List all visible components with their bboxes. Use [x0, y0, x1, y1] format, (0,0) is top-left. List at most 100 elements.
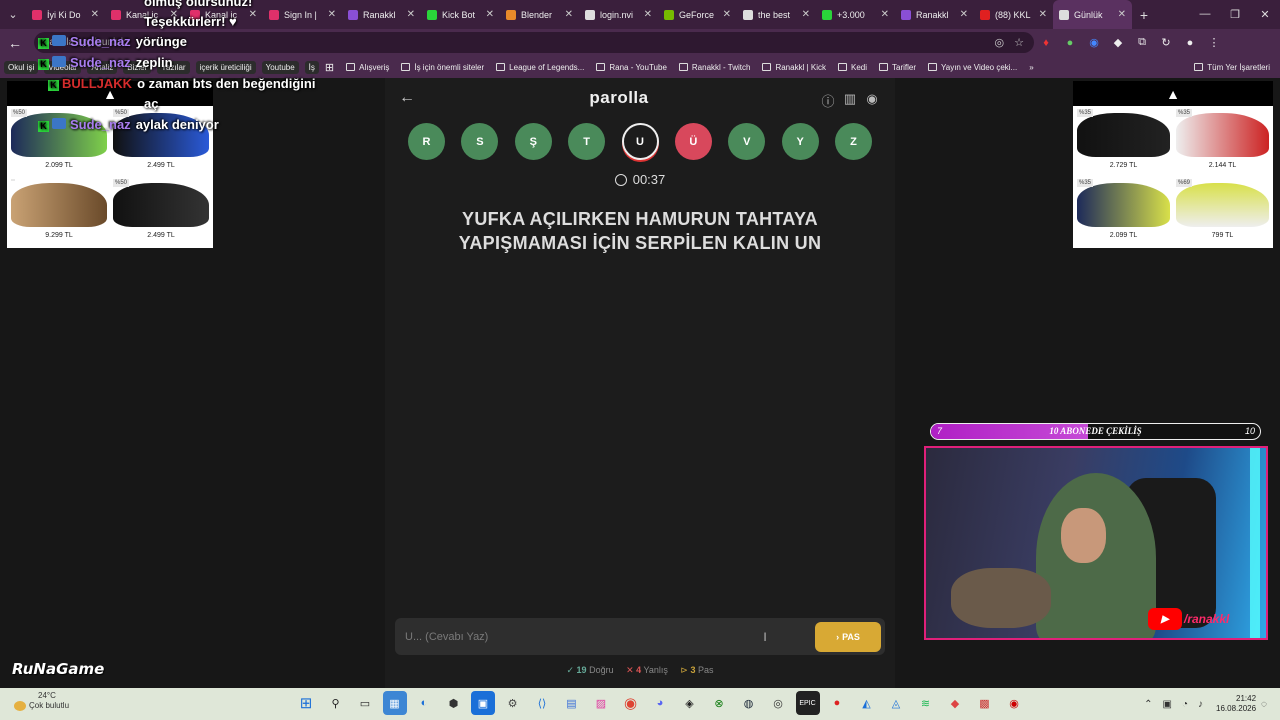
bookmark-item[interactable]: League of Legends...: [496, 63, 584, 72]
obs-icon[interactable]: ◎: [766, 691, 790, 715]
back-arrow-icon[interactable]: ←: [399, 89, 423, 107]
epic-games-icon[interactable]: EPIC: [795, 691, 820, 715]
ad-product[interactable]: %50 2.499 TL: [113, 179, 209, 247]
volume-icon[interactable]: ♪: [1198, 699, 1203, 710]
app-icon[interactable]: ▨: [589, 691, 613, 715]
tab-close-icon[interactable]: ✕: [249, 9, 257, 20]
ad-product[interactable]: %35 2.144 TL: [1176, 109, 1269, 177]
discord-icon[interactable]: ◕: [648, 691, 672, 715]
app-icon[interactable]: ▤: [560, 691, 584, 715]
browser-tab[interactable]: login.nvi ✕: [579, 0, 658, 29]
browser-tab[interactable]: Ranakkl ✕: [342, 0, 421, 29]
tab-close-icon[interactable]: ✕: [407, 9, 415, 20]
tab-close-icon[interactable]: ✕: [486, 9, 494, 20]
bookmark-item[interactable]: İş için önemli siteler: [401, 63, 484, 72]
bookmark-star-icon[interactable]: ☆: [1014, 36, 1024, 49]
extensions-puzzle-icon[interactable]: ⧉: [1130, 36, 1154, 49]
new-tab-button[interactable]: +: [1132, 7, 1156, 23]
app-icon[interactable]: ◭: [855, 691, 879, 715]
browser-tab[interactable]: Ranakkl ✕: [895, 0, 974, 29]
bookmark-pill[interactable]: Youtube: [261, 60, 299, 74]
extension-icon[interactable]: ◆: [1106, 36, 1130, 49]
bookmark-item[interactable]: Rana - YouTube: [596, 63, 667, 72]
tab-close-icon[interactable]: ✕: [565, 9, 573, 20]
tab-close-icon[interactable]: ✕: [723, 9, 731, 20]
profile-avatar[interactable]: ●: [1178, 37, 1202, 49]
browser-tab[interactable]: +3.000 ✕: [816, 0, 895, 29]
menu-dots-icon[interactable]: ⋮: [1202, 36, 1226, 49]
adidas-ad-right[interactable]: ▲ %35 2.729 TL %35 2.144 TL %35 2.099 TL %69 79…: [1073, 81, 1273, 248]
tab-close-icon[interactable]: ✕: [881, 9, 889, 20]
wifi-icon[interactable]: ◔: [1182, 699, 1188, 710]
bookmark-pill[interactable]: İş: [304, 60, 319, 74]
ad-product[interactable]: 9.299 TL: [11, 179, 107, 247]
apps-grid-icon[interactable]: ⊞: [325, 61, 334, 74]
browser-tab[interactable]: (88) KKL ✕: [974, 0, 1053, 29]
app-icon[interactable]: ⬢: [442, 691, 466, 715]
tab-search-chevron-icon[interactable]: ⌄: [0, 8, 26, 21]
answer-input[interactable]: [405, 630, 755, 643]
chrome-icon[interactable]: ◉: [619, 691, 643, 715]
ad-product[interactable]: %69 799 TL: [1176, 179, 1269, 247]
app-logo[interactable]: parolla: [423, 88, 815, 108]
tab-close-icon[interactable]: ✕: [1039, 9, 1047, 20]
bookmark-item[interactable]: Tarifler: [879, 63, 916, 72]
windows-start-icon[interactable]: ⊞: [294, 691, 318, 715]
app-icon[interactable]: ◬: [884, 691, 908, 715]
store-icon[interactable]: ▣: [471, 691, 495, 715]
browser-tab[interactable]: Blender ✕: [500, 0, 579, 29]
bookmark-pill[interactable]: içerik üreticiliği: [195, 60, 256, 74]
photos-icon[interactable]: ▦: [382, 691, 407, 715]
bookmark-pill[interactable]: Okul işi: [4, 60, 39, 74]
clock[interactable]: 21:42 16.08.2026: [1216, 694, 1256, 714]
extension-icon[interactable]: ◉: [1082, 36, 1106, 49]
bookmarks-overflow-icon[interactable]: »: [1029, 63, 1033, 72]
vscode-icon[interactable]: ⟨⟩: [530, 691, 554, 715]
tray-chevron-icon[interactable]: ⌃: [1144, 699, 1152, 710]
bookmark-item[interactable]: Alışveriş: [346, 63, 389, 72]
ad-product[interactable]: %35 2.099 TL: [1077, 179, 1170, 247]
tab-close-icon[interactable]: ✕: [960, 9, 968, 20]
history-icon[interactable]: ↻: [1154, 36, 1178, 49]
browser-tab[interactable]: Kick Bot ✕: [421, 0, 500, 29]
bookmark-item[interactable]: Yayın ve Video çeki...: [928, 63, 1017, 72]
weather-widget[interactable]: 24°C Çok bulutlu: [14, 691, 69, 711]
bookmark-item[interactable]: Ranakkl - Twitch: [678, 63, 750, 72]
notification-bell-icon[interactable]: ◌: [1261, 699, 1267, 710]
browser-tab[interactable]: Günlük ✕: [1053, 0, 1132, 29]
app-icon[interactable]: ◈: [678, 691, 702, 715]
settings-icon[interactable]: ⚙: [501, 691, 525, 715]
back-icon[interactable]: ←: [0, 35, 30, 51]
tab-close-icon[interactable]: ✕: [328, 9, 336, 20]
info-icon[interactable]: ⓘ: [819, 91, 837, 109]
browser-tab[interactable]: Sign In | ✕: [263, 0, 342, 29]
tray-app-icon[interactable]: ▣: [1163, 699, 1172, 710]
tab-close-icon[interactable]: ✕: [644, 9, 652, 20]
xbox-icon[interactable]: ⊗: [707, 691, 731, 715]
stats-icon[interactable]: ▥: [841, 91, 859, 106]
tab-close-icon[interactable]: ✕: [802, 9, 810, 20]
adidas-ad-left[interactable]: ▲ %50 2.099 TL %50 2.499 TL 9.299 TL %50 2.499…: [7, 81, 213, 248]
tab-close-icon[interactable]: ✕: [91, 9, 99, 20]
restore-icon[interactable]: ❐: [1220, 8, 1250, 21]
game-icon[interactable]: ◆: [943, 691, 967, 715]
steam-icon[interactable]: ◍: [737, 691, 761, 715]
app-icon[interactable]: ◉: [1002, 691, 1026, 715]
all-bookmarks-link[interactable]: Tüm Yer İşaretleri: [1194, 63, 1270, 72]
app-icon[interactable]: ▩: [973, 691, 997, 715]
search-icon[interactable]: ⚲: [324, 691, 348, 715]
extension-icon[interactable]: ♦: [1034, 37, 1058, 49]
edge-icon[interactable]: ◐: [412, 691, 436, 715]
browser-tab[interactable]: İyi Ki Do ✕: [26, 0, 105, 29]
close-window-icon[interactable]: ✕: [1250, 8, 1280, 21]
tab-close-icon[interactable]: ✕: [1118, 9, 1126, 20]
profile-icon[interactable]: ◉: [863, 91, 881, 106]
eye-off-icon[interactable]: ◎: [995, 36, 1005, 49]
app-icon[interactable]: ●: [825, 691, 849, 715]
ad-product[interactable]: %35 2.729 TL: [1077, 109, 1170, 177]
browser-tab[interactable]: GeForce ✕: [658, 0, 737, 29]
extension-icon[interactable]: ●: [1058, 37, 1082, 49]
minimize-icon[interactable]: —: [1190, 8, 1220, 21]
bookmark-item[interactable]: Kedi: [837, 63, 867, 72]
task-view-icon[interactable]: ▭: [353, 691, 377, 715]
